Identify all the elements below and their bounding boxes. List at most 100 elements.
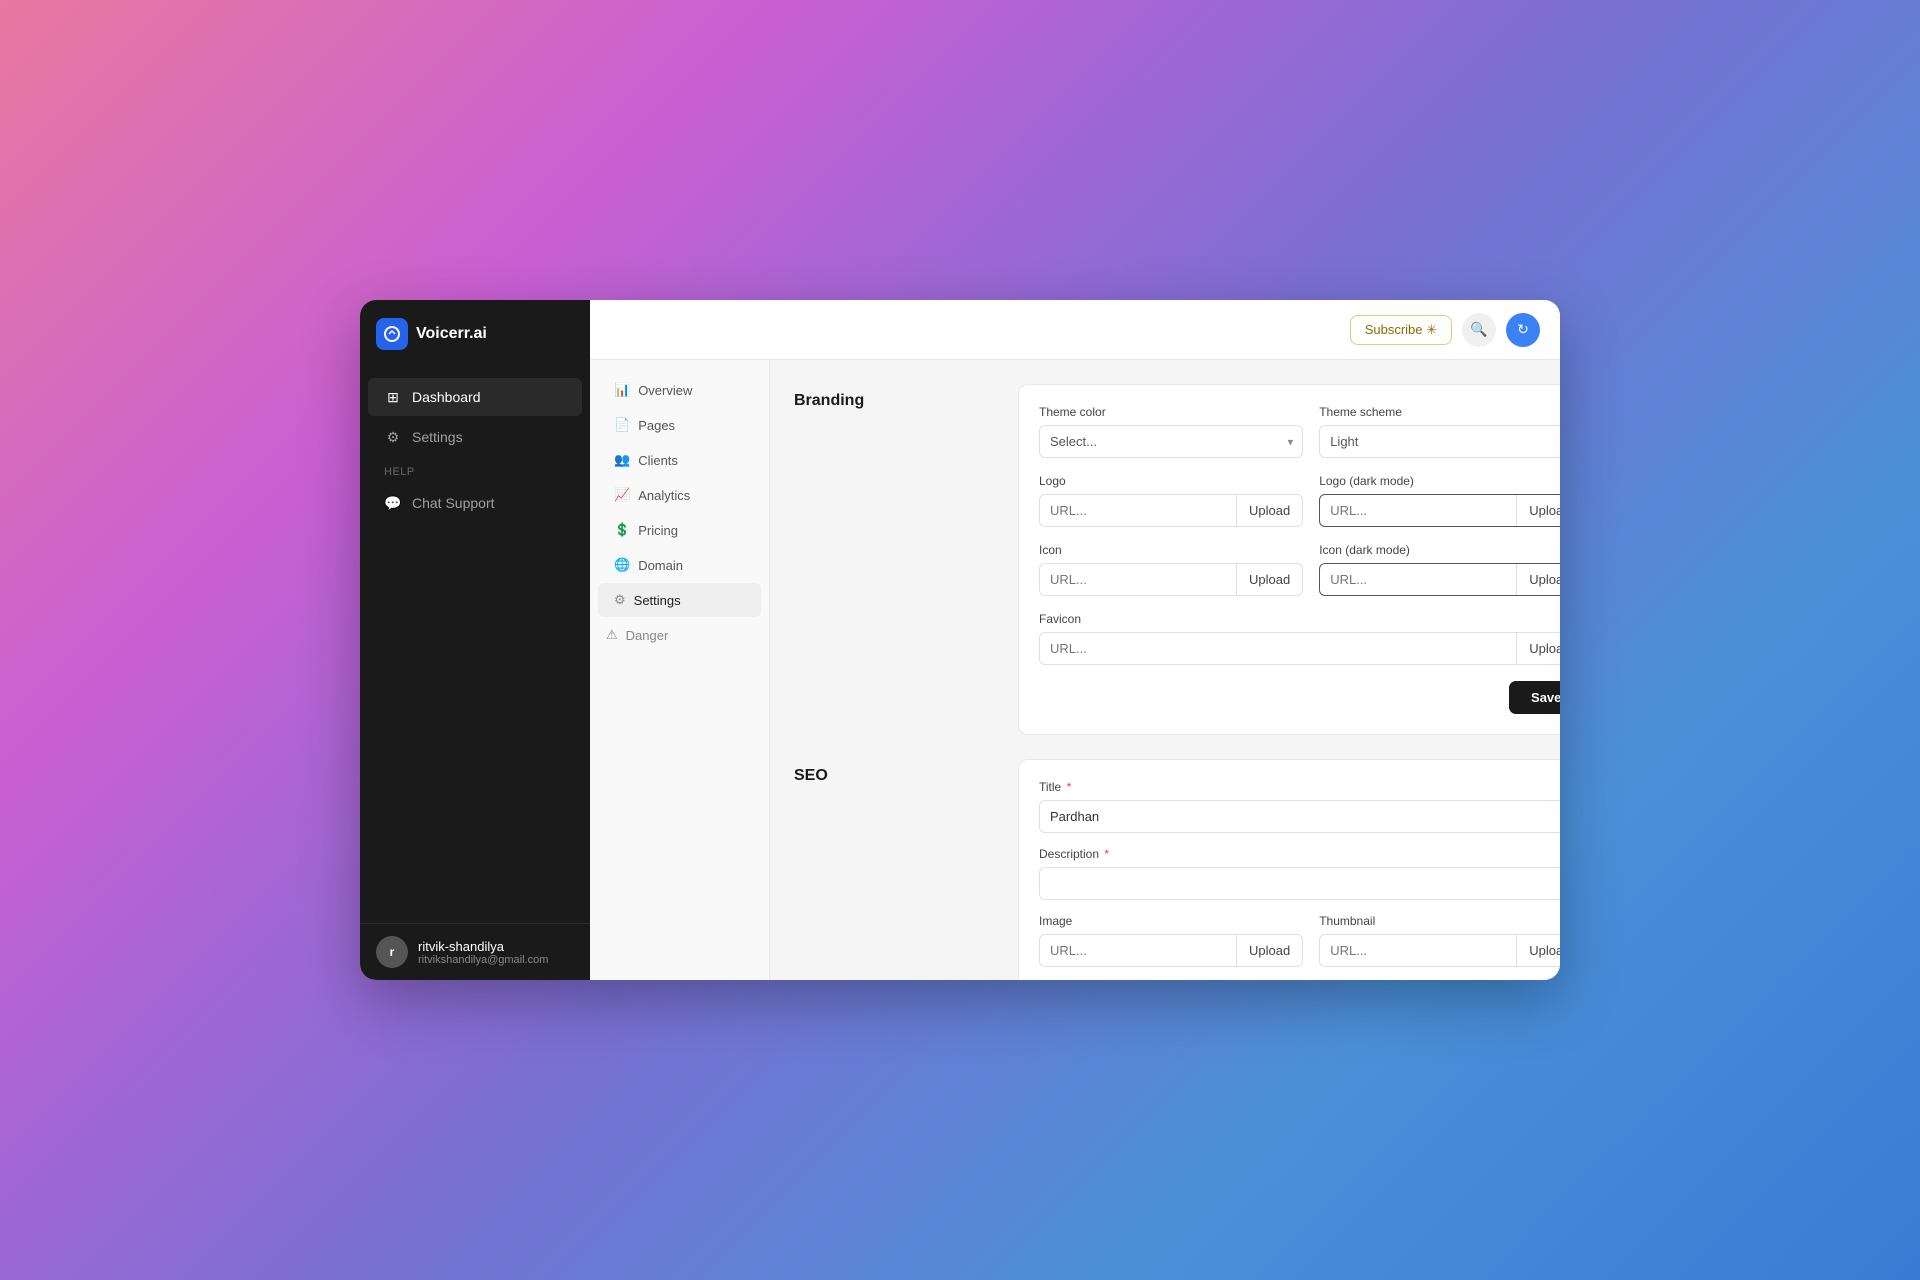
app-window: Voicerr.ai ⊞ Dashboard ⚙ Settings HELP 💬…	[360, 300, 1560, 980]
seo-image-row: Image Upload Thumbnail Upload	[1039, 914, 1560, 967]
theme-scheme-select[interactable]: Light Dark	[1319, 425, 1560, 458]
settings-sub-icon: ⚙	[614, 592, 626, 608]
theme-color-label: Theme color	[1039, 405, 1303, 419]
favicon-row: Favicon Upload	[1039, 612, 1560, 665]
analytics-icon: 📈	[614, 487, 630, 503]
chat-icon: 💬	[384, 494, 402, 512]
sub-sidebar-item-settings[interactable]: ⚙ Settings	[598, 583, 761, 617]
sub-sidebar-label: Pricing	[638, 523, 678, 538]
seo-image-input-wrapper: Upload	[1039, 934, 1303, 967]
theme-color-group: Theme color Select... ▾	[1039, 405, 1303, 458]
seo-thumbnail-upload-button[interactable]: Upload	[1516, 935, 1560, 966]
sub-sidebar-label: Pages	[638, 418, 675, 433]
seo-title-col: SEO	[794, 759, 994, 980]
logo-input-wrapper: Upload	[1039, 494, 1303, 527]
logo-icon	[376, 318, 408, 350]
icon-dark-input-wrapper: Upload	[1319, 563, 1560, 596]
theme-color-select[interactable]: Select...	[1039, 425, 1303, 458]
pricing-icon: 💲	[614, 522, 630, 538]
theme-row: Theme color Select... ▾ Theme scheme	[1039, 405, 1560, 458]
favicon-input-wrapper: Upload	[1039, 632, 1560, 665]
branding-save-row: Save	[1039, 681, 1560, 714]
logo-group: Logo Upload	[1039, 474, 1303, 527]
logo-dark-input-wrapper: Upload	[1319, 494, 1560, 527]
logo-dark-label: Logo (dark mode)	[1319, 474, 1560, 488]
logo-label: Logo	[1039, 474, 1303, 488]
seo-title: SEO	[794, 759, 994, 785]
settings-icon: ⚙	[384, 428, 402, 446]
branding-title: Branding	[794, 384, 994, 410]
sub-sidebar: 📊 Overview 📄 Pages 👥 Clients 📈 Analytics…	[590, 360, 770, 980]
icon-upload-button[interactable]: Upload	[1236, 564, 1302, 595]
avatar: r	[376, 936, 408, 968]
user-avatar-button[interactable]: ↻	[1506, 313, 1540, 347]
seo-thumbnail-input[interactable]	[1320, 935, 1516, 966]
clients-icon: 👥	[614, 452, 630, 468]
seo-image-input[interactable]	[1040, 935, 1236, 966]
sidebar-nav: ⊞ Dashboard ⚙ Settings HELP 💬 Chat Suppo…	[360, 368, 590, 923]
seo-thumbnail-label: Thumbnail	[1319, 914, 1560, 928]
branding-save-button[interactable]: Save	[1509, 681, 1560, 714]
sub-sidebar-item-danger[interactable]: ⚠ Danger	[590, 618, 769, 652]
sidebar-logo: Voicerr.ai	[360, 300, 590, 368]
logo-input[interactable]	[1040, 495, 1236, 526]
sub-sidebar-label: Clients	[638, 453, 678, 468]
logo-row: Logo Upload Logo (dark mode)	[1039, 474, 1560, 527]
logo-dark-input[interactable]	[1320, 495, 1516, 526]
seo-title-label: Title *	[1039, 780, 1560, 794]
sidebar-footer: r ritvik-shandilya ritvikshandilya@gmail…	[360, 923, 590, 980]
sub-sidebar-label: Overview	[638, 383, 692, 398]
sidebar-item-settings[interactable]: ⚙ Settings	[368, 418, 582, 456]
danger-label: Danger	[626, 628, 669, 643]
seo-description-input[interactable]	[1039, 867, 1560, 900]
seo-title-input[interactable]	[1039, 800, 1560, 833]
search-button[interactable]: 🔍	[1462, 313, 1496, 347]
theme-scheme-select-wrapper[interactable]: Light Dark ▾	[1319, 425, 1560, 458]
theme-color-select-wrapper[interactable]: Select... ▾	[1039, 425, 1303, 458]
user-info: ritvik-shandilya ritvikshandilya@gmail.c…	[418, 939, 548, 966]
favicon-input[interactable]	[1040, 633, 1516, 664]
avatar-icon: ↻	[1517, 321, 1529, 338]
sidebar-item-chat-support[interactable]: 💬 Chat Support	[368, 484, 582, 522]
main-area: Subscribe ✳ 🔍 ↻ 📊 Overview 📄 Pages	[590, 300, 1560, 980]
dashboard-icon: ⊞	[384, 388, 402, 406]
logo-dark-upload-button[interactable]: Upload	[1516, 495, 1560, 526]
user-name: ritvik-shandilya	[418, 939, 548, 954]
icon-dark-input[interactable]	[1320, 564, 1516, 595]
sub-sidebar-item-clients[interactable]: 👥 Clients	[598, 443, 761, 477]
sub-sidebar-item-domain[interactable]: 🌐 Domain	[598, 548, 761, 582]
logo-dark-group: Logo (dark mode) Upload	[1319, 474, 1560, 527]
sub-sidebar-item-analytics[interactable]: 📈 Analytics	[598, 478, 761, 512]
sidebar-item-dashboard[interactable]: ⊞ Dashboard	[368, 378, 582, 416]
icon-label: Icon	[1039, 543, 1303, 557]
icon-dark-group: Icon (dark mode) Upload	[1319, 543, 1560, 596]
pages-icon: 📄	[614, 417, 630, 433]
sidebar-item-label: Settings	[412, 429, 463, 445]
sidebar: Voicerr.ai ⊞ Dashboard ⚙ Settings HELP 💬…	[360, 300, 590, 980]
seo-image-group: Image Upload	[1039, 914, 1303, 967]
sub-sidebar-item-pages[interactable]: 📄 Pages	[598, 408, 761, 442]
help-label: HELP	[360, 458, 590, 482]
seo-title-group: Title *	[1039, 780, 1560, 833]
seo-thumbnail-group: Thumbnail Upload	[1319, 914, 1560, 967]
seo-card: Title * Description *	[1018, 759, 1560, 980]
domain-icon: 🌐	[614, 557, 630, 573]
sub-sidebar-item-pricing[interactable]: 💲 Pricing	[598, 513, 761, 547]
seo-image-upload-button[interactable]: Upload	[1236, 935, 1302, 966]
sub-sidebar-label: Analytics	[638, 488, 690, 503]
seo-description-group: Description *	[1039, 847, 1560, 900]
icon-dark-upload-button[interactable]: Upload	[1516, 564, 1560, 595]
icon-input[interactable]	[1040, 564, 1236, 595]
danger-icon: ⚠	[606, 627, 618, 643]
icon-row: Icon Upload Icon (dark mode)	[1039, 543, 1560, 596]
sidebar-item-label: Dashboard	[412, 389, 481, 405]
favicon-upload-button[interactable]: Upload	[1516, 633, 1560, 664]
subscribe-button[interactable]: Subscribe ✳	[1350, 315, 1452, 345]
settings-panel: Branding Theme color Select...	[770, 360, 1560, 980]
icon-group: Icon Upload	[1039, 543, 1303, 596]
seo-section: SEO Title *	[794, 759, 1536, 980]
logo-upload-button[interactable]: Upload	[1236, 495, 1302, 526]
sub-sidebar-item-overview[interactable]: 📊 Overview	[598, 373, 761, 407]
icon-dark-label: Icon (dark mode)	[1319, 543, 1560, 557]
logo-text: Voicerr.ai	[416, 325, 487, 343]
